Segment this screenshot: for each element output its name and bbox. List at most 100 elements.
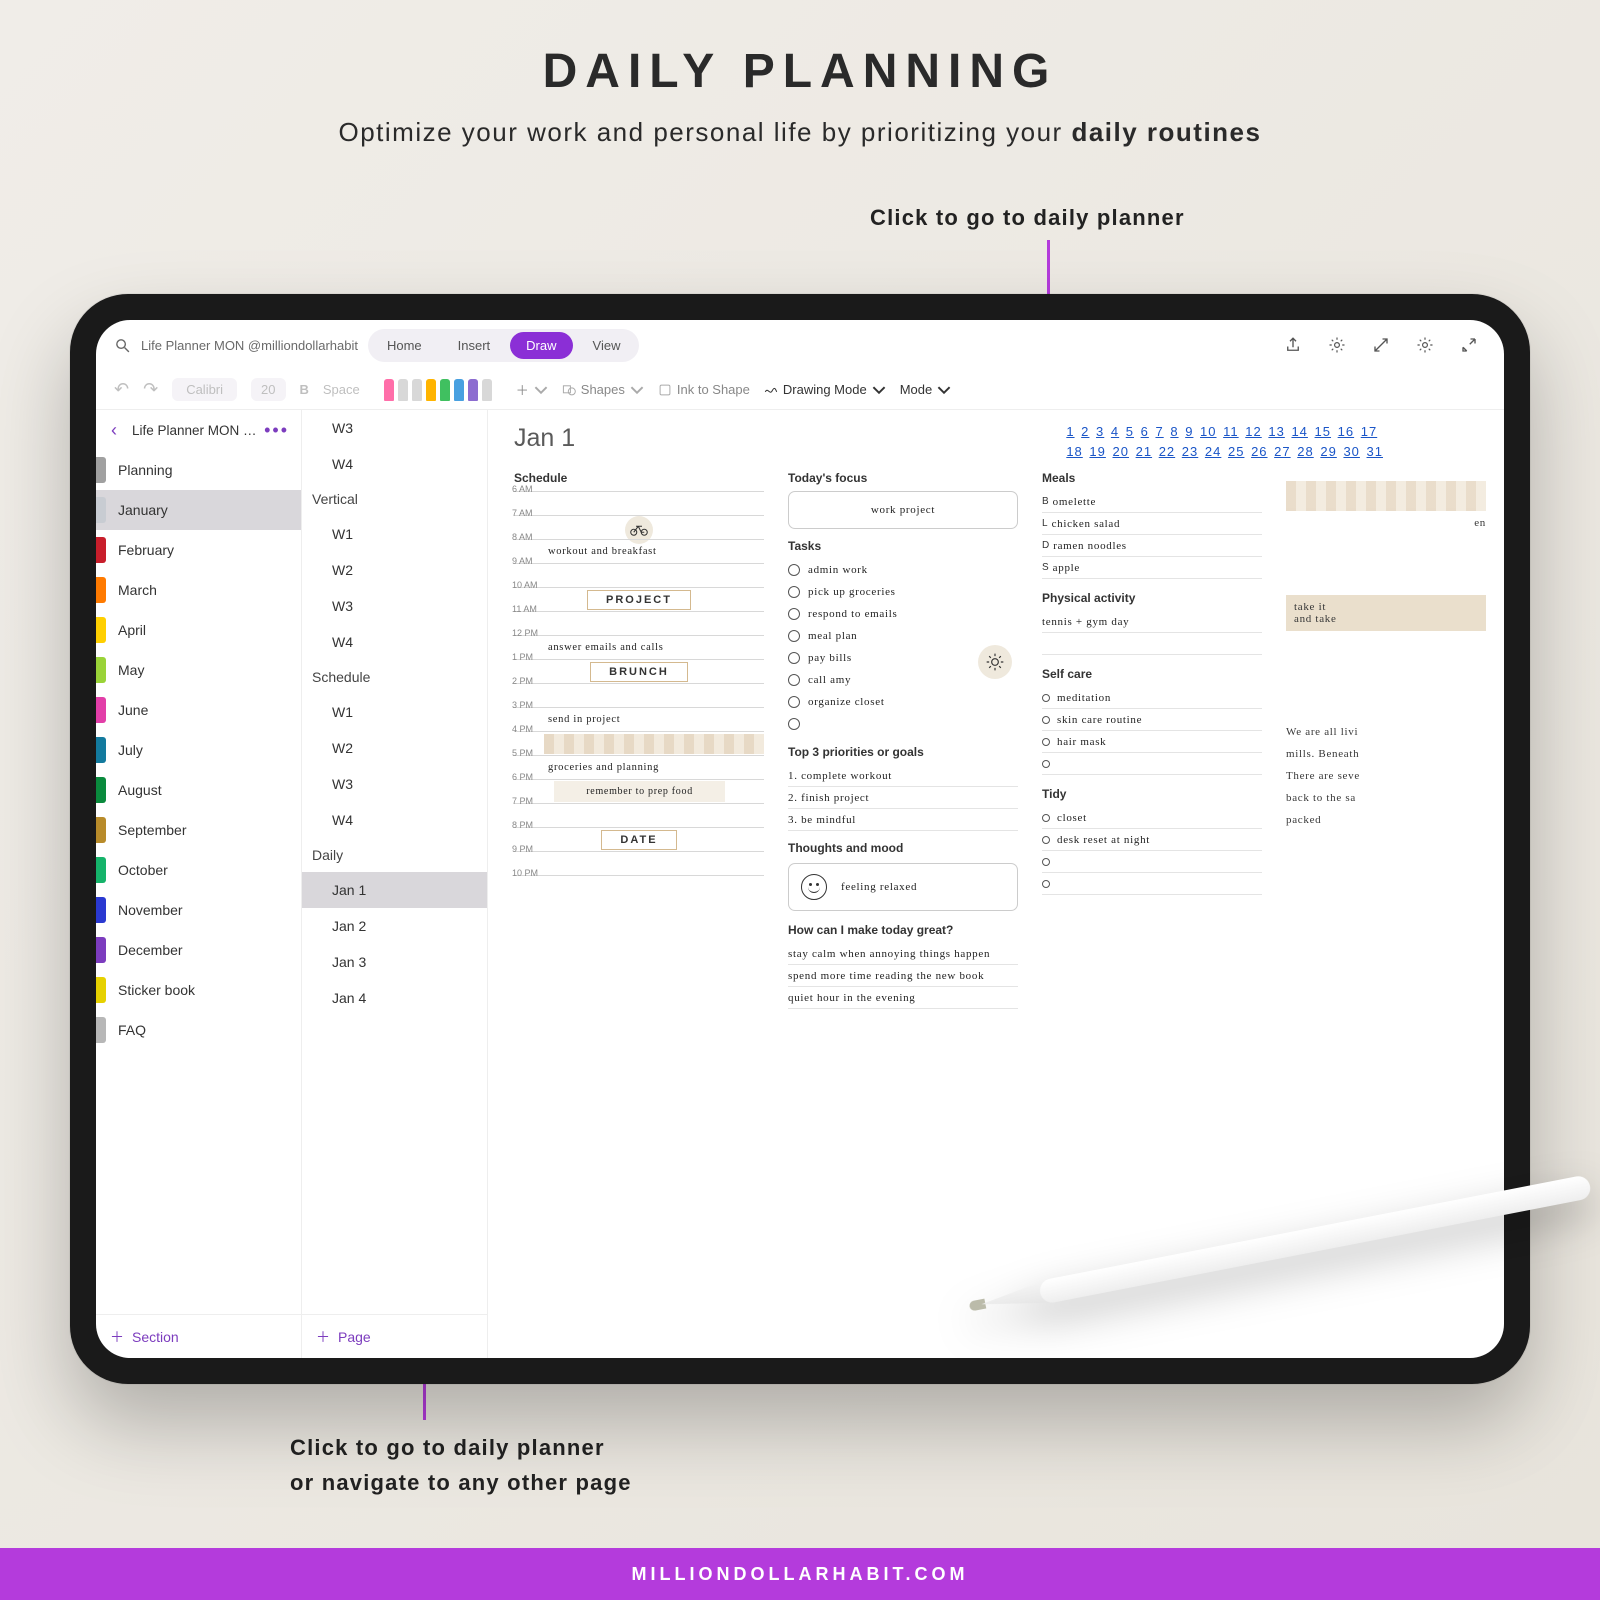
tidy-row[interactable]: desk reset at night bbox=[1042, 829, 1262, 851]
date-link[interactable]: 25 bbox=[1228, 444, 1244, 459]
date-link[interactable]: 7 bbox=[1155, 424, 1163, 439]
date-link[interactable]: 21 bbox=[1136, 444, 1152, 459]
task-row[interactable]: meal plan bbox=[788, 625, 1018, 647]
section-item-april[interactable]: April bbox=[96, 610, 301, 650]
page-group-vertical[interactable]: Vertical bbox=[302, 482, 487, 516]
section-item-may[interactable]: May bbox=[96, 650, 301, 690]
schedule-row[interactable]: 1 PMBRUNCH bbox=[514, 659, 764, 683]
task-checkbox[interactable] bbox=[788, 696, 800, 708]
schedule-row[interactable]: 11 AM bbox=[514, 611, 764, 635]
gear-icon[interactable] bbox=[1328, 336, 1346, 354]
task-row[interactable]: organize closet bbox=[788, 691, 1018, 713]
schedule-row[interactable]: 7 PM bbox=[514, 803, 764, 827]
pen-palette[interactable] bbox=[384, 379, 492, 401]
expand-icon[interactable] bbox=[1372, 336, 1390, 354]
section-item-june[interactable]: June bbox=[96, 690, 301, 730]
focus-box[interactable]: work project bbox=[788, 491, 1018, 529]
schedule-row[interactable]: 6 AM bbox=[514, 491, 764, 515]
date-link[interactable]: 29 bbox=[1320, 444, 1336, 459]
mood-box[interactable]: feeling relaxed bbox=[788, 863, 1018, 911]
tab-insert[interactable]: Insert bbox=[442, 332, 507, 359]
task-checkbox[interactable] bbox=[788, 718, 800, 730]
section-item-november[interactable]: November bbox=[96, 890, 301, 930]
page-group-schedule[interactable]: Schedule bbox=[302, 660, 487, 694]
section-item-july[interactable]: July bbox=[96, 730, 301, 770]
date-link[interactable]: 20 bbox=[1113, 444, 1129, 459]
task-row[interactable] bbox=[788, 713, 1018, 735]
add-section-button[interactable]: ＋ Section bbox=[96, 1314, 301, 1358]
notebook-title[interactable]: Life Planner MON @milliondollarhabit bbox=[132, 423, 258, 438]
date-link[interactable]: 28 bbox=[1297, 444, 1313, 459]
date-link[interactable]: 17 bbox=[1361, 424, 1377, 439]
schedule-row[interactable]: 7 AM bbox=[514, 515, 764, 539]
section-item-faq[interactable]: FAQ bbox=[96, 1010, 301, 1050]
date-link[interactable]: 22 bbox=[1159, 444, 1175, 459]
section-item-sticker-book[interactable]: Sticker book bbox=[96, 970, 301, 1010]
page-group-daily[interactable]: Daily bbox=[302, 838, 487, 872]
page-item[interactable]: Jan 4 bbox=[302, 980, 487, 1016]
section-item-february[interactable]: February bbox=[96, 530, 301, 570]
page-item[interactable]: W2 bbox=[302, 552, 487, 588]
task-checkbox[interactable] bbox=[788, 652, 800, 664]
back-button[interactable]: ‹ bbox=[102, 418, 126, 442]
date-link[interactable]: 5 bbox=[1126, 424, 1134, 439]
page-item[interactable]: W4 bbox=[302, 802, 487, 838]
tidy-row[interactable]: closet bbox=[1042, 807, 1262, 829]
gear2-icon[interactable] bbox=[1416, 336, 1434, 354]
shapes-button[interactable]: Shapes bbox=[562, 382, 644, 397]
date-link[interactable]: 10 bbox=[1200, 424, 1216, 439]
schedule-row[interactable]: 12 PManswer emails and calls bbox=[514, 635, 764, 659]
schedule-row[interactable]: 2 PM bbox=[514, 683, 764, 707]
today-great-line[interactable]: stay calm when annoying things happen bbox=[788, 943, 1018, 965]
collapse-icon[interactable] bbox=[1460, 336, 1478, 354]
redo-button[interactable]: ↷ bbox=[143, 379, 158, 400]
selfcare-row[interactable]: meditation bbox=[1042, 687, 1262, 709]
meal-row[interactable]: Bomelette bbox=[1042, 491, 1262, 513]
mode-button[interactable]: Mode bbox=[900, 382, 952, 397]
priority-row[interactable]: 2. finish project bbox=[788, 787, 1018, 809]
date-link[interactable]: 6 bbox=[1141, 424, 1149, 439]
page-item[interactable]: W3 bbox=[302, 588, 487, 624]
page-item[interactable]: W3 bbox=[302, 766, 487, 802]
schedule-row[interactable]: 9 AM bbox=[514, 563, 764, 587]
schedule-row[interactable]: 4 PM bbox=[514, 731, 764, 755]
date-link[interactable]: 30 bbox=[1343, 444, 1359, 459]
meal-row[interactable]: Dramen noodles bbox=[1042, 535, 1262, 557]
tidy-row[interactable] bbox=[1042, 851, 1262, 873]
space-button[interactable]: Space bbox=[323, 382, 360, 397]
date-link[interactable]: 8 bbox=[1170, 424, 1178, 439]
page-item[interactable]: Jan 2 bbox=[302, 908, 487, 944]
tidy-row[interactable] bbox=[1042, 873, 1262, 895]
page-item[interactable]: W4 bbox=[302, 624, 487, 660]
date-link[interactable]: 13 bbox=[1268, 424, 1284, 439]
task-checkbox[interactable] bbox=[788, 608, 800, 620]
date-link[interactable]: 31 bbox=[1367, 444, 1383, 459]
selfcare-row[interactable]: skin care routine bbox=[1042, 709, 1262, 731]
date-link[interactable]: 2 bbox=[1081, 424, 1089, 439]
date-link[interactable]: 14 bbox=[1291, 424, 1307, 439]
font-name[interactable]: Calibri bbox=[172, 378, 237, 401]
date-link[interactable]: 12 bbox=[1245, 424, 1261, 439]
task-checkbox[interactable] bbox=[788, 564, 800, 576]
font-size[interactable]: 20 bbox=[251, 378, 285, 401]
add-pen-button[interactable]: ＋ bbox=[516, 380, 548, 399]
selfcare-row[interactable] bbox=[1042, 753, 1262, 775]
page-item[interactable]: W2 bbox=[302, 730, 487, 766]
section-item-october[interactable]: October bbox=[96, 850, 301, 890]
schedule-row[interactable]: 6 PMremember to prep food bbox=[514, 779, 764, 803]
date-link[interactable]: 23 bbox=[1182, 444, 1198, 459]
task-row[interactable]: admin work bbox=[788, 559, 1018, 581]
priority-row[interactable]: 3. be mindful bbox=[788, 809, 1018, 831]
date-link[interactable]: 3 bbox=[1096, 424, 1104, 439]
page-item[interactable]: Jan 3 bbox=[302, 944, 487, 980]
date-link[interactable]: 27 bbox=[1274, 444, 1290, 459]
drawing-mode-button[interactable]: Drawing Mode bbox=[764, 382, 886, 397]
schedule-row[interactable]: 9 PM bbox=[514, 851, 764, 875]
date-link[interactable]: 16 bbox=[1338, 424, 1354, 439]
date-link[interactable]: 24 bbox=[1205, 444, 1221, 459]
schedule-row[interactable]: 3 PMsend in project bbox=[514, 707, 764, 731]
schedule-row[interactable]: 8 AMworkout and breakfast bbox=[514, 539, 764, 563]
date-link[interactable]: 15 bbox=[1315, 424, 1331, 439]
page-item[interactable]: W1 bbox=[302, 516, 487, 552]
today-great-line[interactable]: quiet hour in the evening bbox=[788, 987, 1018, 1009]
